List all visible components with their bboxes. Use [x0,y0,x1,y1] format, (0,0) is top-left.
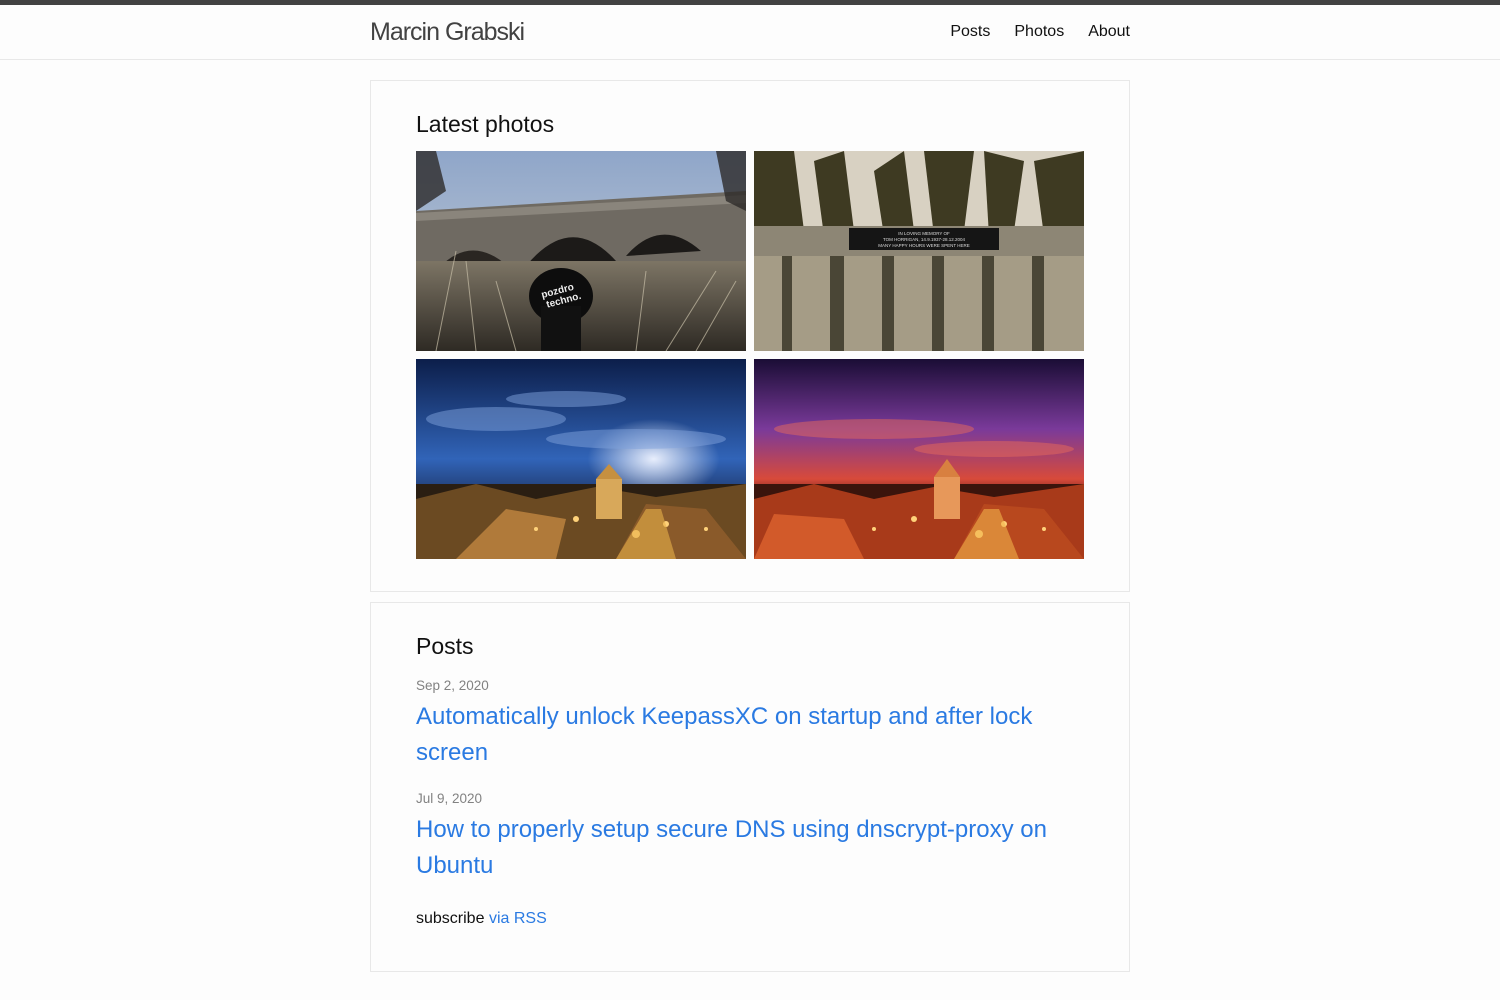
subscribe-line: subscribe via RSS [416,910,1084,928]
photo-town-night-blue[interactable] [416,359,746,559]
site-header: Marcin Grabski Posts Photos About [0,5,1500,60]
plaque-line-2: TOM HORRIGAN, 14.9.1937-28.12.2004 [883,237,965,242]
post-item: Sep 2, 2020 Automatically unlock Keepass… [416,678,1084,771]
nav-about[interactable]: About [1088,23,1130,41]
town-night-blue-image [416,359,746,559]
post-title-link[interactable]: Automatically unlock KeepassXC on startu… [416,699,1086,771]
latest-photos-section: Latest photos pozdro techno. IN LOVING M… [370,80,1130,592]
main-nav: Posts Photos About [926,23,1130,41]
post-item: Jul 9, 2020 How to properly setup secure… [416,791,1084,884]
nav-posts[interactable]: Posts [950,23,990,41]
photo-town-sunset-red[interactable] [754,359,1084,559]
nav-photos[interactable]: Photos [1014,23,1064,41]
memorial-bench-image: IN LOVING MEMORY OF TOM HORRIGAN, 14.9.1… [754,151,1084,351]
rss-link[interactable]: via RSS [489,910,547,927]
post-title-link[interactable]: How to properly setup secure DNS using d… [416,812,1086,884]
header-inner: Marcin Grabski Posts Photos About [370,5,1130,59]
subscribe-prefix: subscribe [416,910,485,927]
posts-section: Posts Sep 2, 2020 Automatically unlock K… [370,602,1130,972]
plaque-line-1: IN LOVING MEMORY OF [898,231,950,236]
photo-grid: pozdro techno. IN LOVING MEMORY OF TOM H… [416,151,1084,559]
latest-photos-title: Latest photos [416,111,555,137]
town-sunset-red-image [754,359,1084,559]
posts-title: Posts [416,633,474,659]
photo-bridge-cap[interactable]: pozdro techno. [416,151,746,351]
post-date: Sep 2, 2020 [416,678,489,693]
photo-memorial-bench[interactable]: IN LOVING MEMORY OF TOM HORRIGAN, 14.9.1… [754,151,1084,351]
plaque-line-3: MANY HAPPY HOURS WERE SPENT HERE [878,243,970,248]
site-title-link[interactable]: Marcin Grabski [370,18,525,47]
bridge-cap-image: pozdro techno. [416,151,746,351]
post-date: Jul 9, 2020 [416,791,483,806]
